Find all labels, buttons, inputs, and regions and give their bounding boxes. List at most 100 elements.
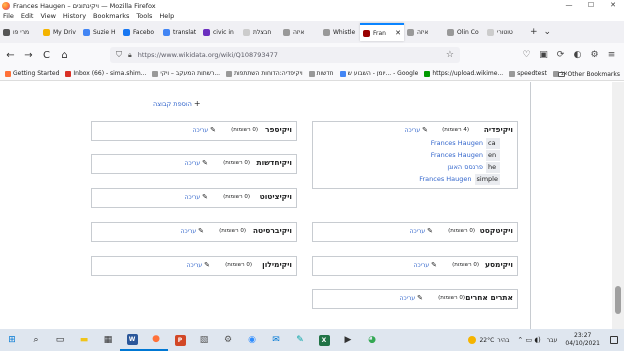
taskbar-task-view[interactable]: ▭: [48, 329, 72, 351]
taskbar-word[interactable]: W: [120, 329, 144, 351]
bookmark-item[interactable]: speedtest: [509, 70, 547, 77]
taskbar-excel[interactable]: X: [312, 329, 336, 351]
browser-tab[interactable]: איזה: [280, 23, 320, 41]
edit-label[interactable]: עריכה: [414, 262, 430, 269]
browser-tab[interactable]: Whistle: [320, 23, 360, 41]
edit-link[interactable]: עריכה ✎: [181, 227, 204, 235]
browser-tab[interactable]: איזה: [404, 23, 444, 41]
language-indicator[interactable]: עבר: [547, 337, 558, 344]
notifications-icon[interactable]: [610, 336, 618, 344]
browser-tab[interactable]: מרי פו: [0, 23, 40, 41]
menu-view[interactable]: View: [40, 12, 55, 20]
extensions-icon[interactable]: ⚙: [586, 50, 603, 60]
tab-active[interactable]: Fran ✕: [360, 23, 404, 41]
edit-link[interactable]: עריכה ✎: [400, 294, 423, 302]
taskbar-windows[interactable]: ⊞: [0, 329, 24, 351]
browser-tab[interactable]: My Driv: [40, 23, 80, 41]
sitelink-title[interactable]: פרנסס האוגן: [447, 163, 483, 171]
taskbar-firefox[interactable]: ●: [144, 329, 168, 351]
close-button[interactable]: ✕: [602, 0, 624, 11]
clock[interactable]: 23:27 04/10/2021: [565, 332, 600, 348]
taskbar-media[interactable]: ▶: [336, 329, 360, 351]
browser-tab[interactable]: civic in: [200, 23, 240, 41]
taskbar-paint[interactable]: ✎: [288, 329, 312, 351]
bookmark-item[interactable]: https://upload.wikime...: [424, 70, 503, 77]
tray-icons[interactable]: ⌃ ▭ ◖): [517, 336, 540, 344]
bookmark-item[interactable]: ויקיפדיה:הדוחות השתתפות: [226, 70, 303, 77]
edit-link[interactable]: עריכה ✎: [193, 126, 216, 134]
other-bookmarks[interactable]: Other Bookmarks: [557, 67, 620, 81]
edit-link[interactable]: עריכה ✎: [185, 193, 208, 201]
taskbar-mail[interactable]: ✉: [264, 329, 288, 351]
edit-link[interactable]: עריכה ✎: [410, 227, 433, 235]
browser-tab[interactable]: translat: [160, 23, 200, 41]
close-tab-icon[interactable]: ✕: [395, 29, 401, 37]
bookmark-item[interactable]: Inbox (66) - sima.shim...: [65, 70, 146, 77]
new-tab-button[interactable]: +: [530, 27, 538, 37]
menu-edit[interactable]: Edit: [21, 12, 34, 20]
sitelink-title[interactable]: Frances Haugen: [431, 151, 483, 159]
edit-link[interactable]: עריכה ✎: [405, 126, 428, 134]
taskbar-store[interactable]: ▦: [96, 329, 120, 351]
maximize-button[interactable]: ☐: [580, 0, 602, 11]
url-text[interactable]: https://www.wikidata.org/wiki/Q108793477: [138, 51, 278, 59]
container-icon[interactable]: ▣: [535, 50, 552, 60]
hamburger-menu-icon[interactable]: ≡: [603, 50, 620, 60]
add-category-link[interactable]: הוספת קבוצה +: [153, 99, 201, 108]
browser-tab[interactable]: Facebo: [120, 23, 160, 41]
url-bar[interactable]: ⛉ 🔒︎ https://www.wikidata.org/wiki/Q1087…: [110, 47, 460, 63]
bookmark-item[interactable]: חדשות: [308, 70, 334, 77]
lock-icon[interactable]: 🔒︎: [128, 51, 132, 60]
taskbar-file-explorer[interactable]: ▬: [72, 329, 96, 351]
shield-icon[interactable]: ⛉: [116, 50, 122, 60]
taskbar-chrome[interactable]: ◕: [360, 329, 384, 351]
minimize-button[interactable]: —: [558, 0, 580, 11]
taskbar-zoom[interactable]: ◉: [240, 329, 264, 351]
edit-label[interactable]: עריכה: [193, 127, 209, 134]
taskbar-powerpoint[interactable]: P: [168, 329, 192, 351]
taskbar-settings[interactable]: ⚙: [216, 329, 240, 351]
edit-label[interactable]: עריכה: [405, 127, 421, 134]
bookmark-item[interactable]: Getting Started: [5, 70, 59, 77]
edit-link[interactable]: עריכה ✎: [414, 261, 437, 269]
sitelink-title[interactable]: Frances Haugen: [419, 175, 471, 183]
star-icon[interactable]: ☆: [446, 50, 454, 60]
menu-help[interactable]: Help: [159, 12, 174, 20]
edit-label[interactable]: עריכה: [410, 228, 426, 235]
add-category-label[interactable]: הוספת קבוצה: [153, 100, 192, 108]
pocket-icon[interactable]: ♡: [518, 50, 535, 60]
weather-widget[interactable]: 22°C בהיר: [468, 336, 509, 344]
sitelink-title[interactable]: Frances Haugen: [431, 139, 483, 147]
tab-label: Fran: [373, 29, 386, 37]
home-button[interactable]: ⌂: [57, 50, 72, 61]
edit-label[interactable]: עריכה: [185, 194, 201, 201]
browser-tab[interactable]: חבצלת: [240, 23, 280, 41]
browser-tab[interactable]: Suzie H: [80, 23, 120, 41]
taskbar-search[interactable]: ⌕: [24, 329, 48, 351]
edit-link[interactable]: עריכה ✎: [185, 159, 208, 167]
tab-favicon-icon: [447, 28, 454, 36]
reload-button[interactable]: C: [39, 50, 54, 61]
menu-history[interactable]: History: [63, 12, 86, 20]
account-icon[interactable]: ◐: [569, 50, 586, 60]
bookmark-item[interactable]: יומן - השבוע ש... - Google: [339, 70, 418, 77]
menu-tools[interactable]: Tools: [136, 12, 152, 20]
edit-label[interactable]: עריכה: [181, 228, 197, 235]
edit-label[interactable]: עריכה: [400, 295, 416, 302]
bookmark-item[interactable]: רשתות המעקב – ויקי...: [152, 70, 220, 77]
browser-tab[interactable]: טוטורי: [484, 23, 524, 41]
group-name: ויקימסע: [484, 260, 513, 269]
edit-label[interactable]: עריכה: [187, 262, 203, 269]
back-button[interactable]: ←: [3, 50, 18, 61]
menu-file[interactable]: File: [3, 12, 14, 20]
sync-icon[interactable]: ⟳: [552, 50, 569, 60]
list-tabs-button[interactable]: ⌄: [544, 27, 552, 37]
menu-bookmarks[interactable]: Bookmarks: [93, 12, 129, 20]
browser-tab[interactable]: Olin Co: [444, 23, 484, 41]
edit-link[interactable]: עריכה ✎: [187, 261, 210, 269]
taskbar-photos[interactable]: ▧: [192, 329, 216, 351]
edit-label[interactable]: עריכה: [185, 160, 201, 167]
page-scrollbar[interactable]: [612, 82, 624, 329]
scrollbar-thumb[interactable]: [615, 286, 621, 314]
forward-button[interactable]: →: [21, 50, 36, 61]
